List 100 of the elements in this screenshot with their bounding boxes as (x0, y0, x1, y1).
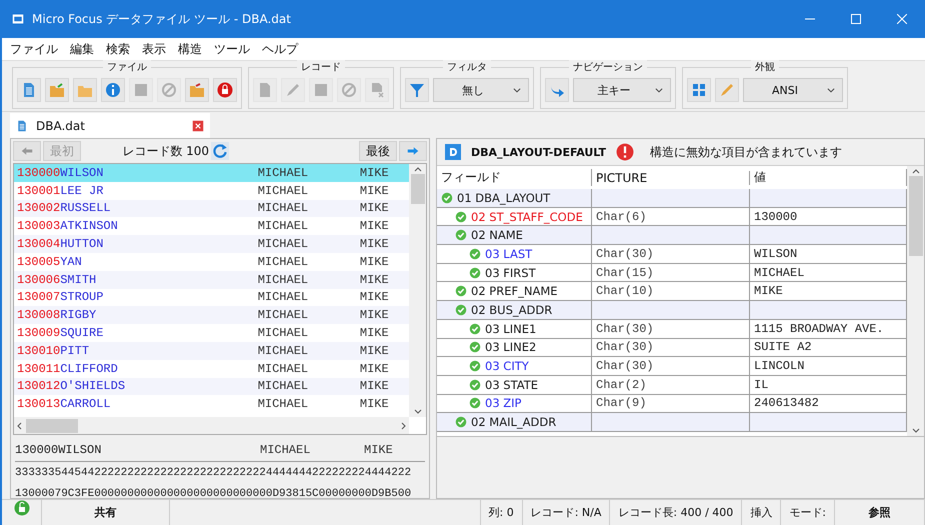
field-name: 02 ST_STAFF_CODE (471, 210, 583, 224)
mode-status: 参照 (835, 500, 925, 525)
toolbar-button[interactable] (687, 78, 711, 102)
next-button[interactable] (399, 141, 427, 161)
vertical-scrollbar[interactable] (409, 164, 426, 417)
table-cell-text: MIKE (360, 397, 390, 412)
preview-text: MICHAEL (260, 443, 312, 457)
record-row[interactable]: 130012O'SHIELDS MICHAEL MIKE (14, 378, 409, 396)
scroll-thumb[interactable] (410, 174, 424, 204)
table-cell-text: MICHAEL (258, 201, 310, 216)
field-row[interactable]: 03 LAST Char(30) WILSON (437, 245, 907, 264)
field-row[interactable]: 03 FIRST Char(15) MICHAEL (437, 264, 907, 282)
value-text: LINCOLN (754, 359, 804, 374)
dropdown[interactable]: 主キー (573, 78, 671, 102)
record-key: 130007STROUP (17, 290, 258, 304)
field-row[interactable]: 03 LINE2 Char(30) SUITE A2 (437, 338, 907, 358)
check-icon (455, 304, 467, 316)
picture-text: Char(2) (596, 378, 646, 392)
table-cell-text: MICHAEL (258, 326, 310, 340)
filter-icon (409, 82, 425, 98)
check-icon (455, 416, 467, 428)
picture-text: Char(30) (596, 322, 654, 336)
scroll-thumb[interactable] (26, 418, 78, 432)
table-cell-text: MICHAEL (258, 344, 310, 358)
value-text: SUITE A2 (754, 340, 812, 354)
record-row[interactable]: 130006SMITH MICHAEL MIKE (14, 270, 409, 289)
table-cell-text: MIKE (360, 326, 390, 340)
record-row[interactable]: 130007STROUP MICHAEL MIKE (14, 288, 409, 306)
field-row[interactable]: 02 PREF_NAME Char(10) MIKE (437, 282, 907, 302)
info-icon (105, 82, 121, 98)
document-icon (21, 82, 37, 98)
value-text: WILSON (754, 246, 798, 261)
preview-text: 130000WILSON (15, 443, 102, 457)
menu-item[interactable]: ファイル (10, 40, 58, 58)
menu-item[interactable]: 検索 (106, 40, 130, 58)
close-icon (192, 120, 204, 132)
value-text: 240613482 (754, 396, 819, 410)
vertical-scrollbar[interactable] (907, 166, 924, 436)
group-title: レコード (297, 60, 345, 74)
table-cell-text: MICHAEL (258, 237, 310, 252)
field-row[interactable]: 02 MAIL_ADDR (437, 413, 907, 432)
toolbar-button[interactable] (17, 78, 41, 102)
check-icon (455, 285, 467, 298)
column-header[interactable]: PICTURE (592, 170, 750, 184)
picture-text: Char(30) (596, 340, 654, 354)
delete-record-icon (369, 82, 385, 98)
column-header[interactable]: フィールド (437, 169, 592, 186)
hex-line: 333333544544222222222222222222222222224444444222222224444222 (15, 466, 412, 480)
check-icon (469, 341, 481, 354)
check-icon (455, 229, 467, 242)
menu-item[interactable]: 表示 (142, 40, 166, 58)
record-status: レコード: N/A (522, 500, 610, 525)
picture-text: Char(30) (596, 359, 654, 374)
preview-text: MIKE (364, 443, 394, 457)
menu-item[interactable]: ヘルプ (262, 40, 298, 58)
horizontal-scrollbar[interactable] (14, 417, 409, 434)
scroll-thumb[interactable] (908, 176, 922, 256)
field-name: 03 ZIP (485, 396, 522, 410)
table-cell-text: MICHAEL (258, 254, 310, 269)
field-row[interactable]: 03 CITY Char(30) LINCOLN (437, 357, 907, 376)
table-cell-text: MICHAEL (258, 184, 310, 198)
toolbar-button[interactable] (545, 78, 569, 102)
check-icon (469, 266, 481, 279)
record-key: 130003ATKINSON (17, 219, 258, 234)
record-key: 130001LEE JR (17, 184, 258, 198)
dropdown[interactable]: 無し (433, 78, 529, 102)
field-row[interactable]: 01 DBA_LAYOUT (437, 189, 907, 208)
value-text: MICHAEL (754, 266, 804, 280)
insert-status: 挿入 (742, 500, 782, 525)
record-row[interactable]: 130002RUSSELL MICHAEL MIKE (14, 200, 409, 218)
table-cell-text: MIKE (360, 254, 390, 269)
record-row[interactable]: 130000WILSON MICHAEL MIKE (14, 164, 409, 182)
toolbar-button[interactable] (101, 78, 125, 102)
file-tab[interactable]: DBA.dat (10, 113, 210, 138)
field-row[interactable]: 02 ST_STAFF_CODE Char(6) 130000 (437, 208, 907, 226)
menu-item[interactable]: 編集 (70, 40, 94, 58)
record-row[interactable]: 130010PITT MICHAEL MIKE (14, 342, 409, 360)
check-icon (469, 397, 481, 410)
field-row[interactable]: 03 STATE Char(2) IL (437, 376, 907, 395)
last-button[interactable]: 最後 (359, 141, 397, 161)
record-row[interactable]: 130008RIGBY MICHAEL MIKE (14, 306, 409, 324)
field-row[interactable]: 02 NAME (437, 226, 907, 246)
field-row[interactable]: 02 BUS_ADDR (437, 301, 907, 320)
toolbar-button[interactable] (213, 78, 237, 102)
record-count: レコード数 100 (121, 142, 209, 160)
menu-item[interactable]: 構造 (178, 40, 202, 58)
record-row[interactable]: 130004HUTTON MICHAEL MIKE (14, 235, 409, 253)
field-row[interactable]: 03 LINE1 Char(30) 1115 BROADWAY AVE. (437, 320, 907, 338)
value-text: 130000 (754, 210, 798, 224)
menu-item[interactable]: ツール (214, 40, 250, 58)
pencil-icon (285, 82, 301, 98)
error-message: 構造に無効な項目が含まれています (650, 144, 842, 160)
field-row[interactable]: 03 ZIP Char(9) 240613482 (437, 394, 907, 414)
check-icon (469, 360, 481, 372)
previous-button[interactable] (13, 141, 41, 161)
picture-text: Char(6) (596, 210, 646, 224)
toolbar-button[interactable] (405, 78, 429, 102)
grid-icon (691, 82, 707, 98)
dropdown[interactable]: ANSI (743, 78, 843, 102)
document-icon (16, 118, 28, 132)
